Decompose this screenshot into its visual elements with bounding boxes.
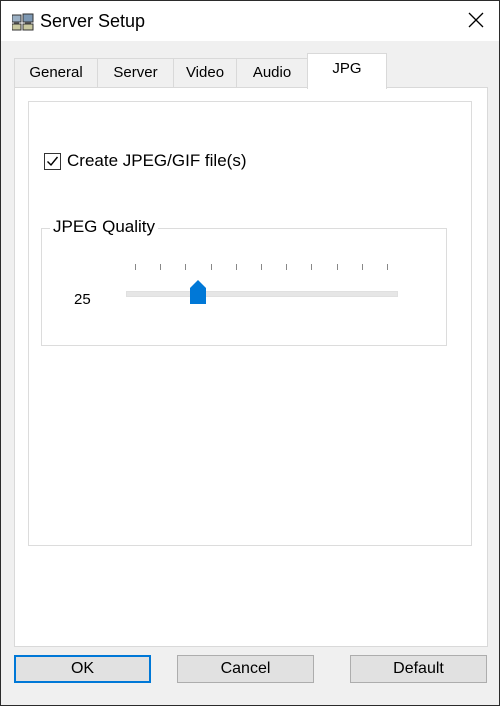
slider-tick [235,264,237,270]
jpg-settings-panel: Create JPEG/GIF file(s) JPEG Quality 25 [28,101,472,546]
slider-tick [185,264,187,270]
checkmark-icon [47,156,59,166]
title-bar: Server Setup [1,1,499,41]
close-icon [468,8,484,34]
tab-audio[interactable]: Audio [236,58,308,88]
default-button[interactable]: Default [350,655,487,683]
slider-track [126,291,398,297]
slider-tick [286,264,288,270]
slider-thumb-icon[interactable] [189,279,207,305]
tab-panel: Create JPEG/GIF file(s) JPEG Quality 25 [14,87,488,647]
ok-button[interactable]: OK [14,655,151,683]
create-jpeg-checkbox[interactable] [44,152,61,170]
create-jpeg-label: Create JPEG/GIF file(s) [67,151,247,170]
window-title: Server Setup [40,11,146,31]
quality-value: 25 [74,291,91,308]
slider-tick [361,264,363,270]
tab-jpg[interactable]: JPG [307,53,387,89]
tab-general[interactable]: General [14,58,98,88]
server-setup-icon [11,13,34,31]
jpeg-quality-slider[interactable] [126,264,398,304]
close-button[interactable] [453,1,499,41]
slider-tick [311,264,313,270]
slider-tick [387,264,388,270]
create-jpeg-checkbox-row[interactable]: Create JPEG/GIF file(s) [44,151,246,171]
jpeg-quality-title: JPEG Quality [50,217,159,237]
tab-server[interactable]: Server [97,58,174,88]
slider-tick [135,264,136,270]
slider-tick [261,264,262,270]
jpeg-quality-group: JPEG Quality 25 [41,217,447,346]
slider-tick [210,264,212,270]
slider-tick [336,264,338,270]
slider-tick [160,264,162,270]
tab-video[interactable]: Video [173,58,237,88]
server-setup-window: Server Setup General Server Video Audio … [0,0,500,706]
cancel-button[interactable]: Cancel [177,655,314,683]
